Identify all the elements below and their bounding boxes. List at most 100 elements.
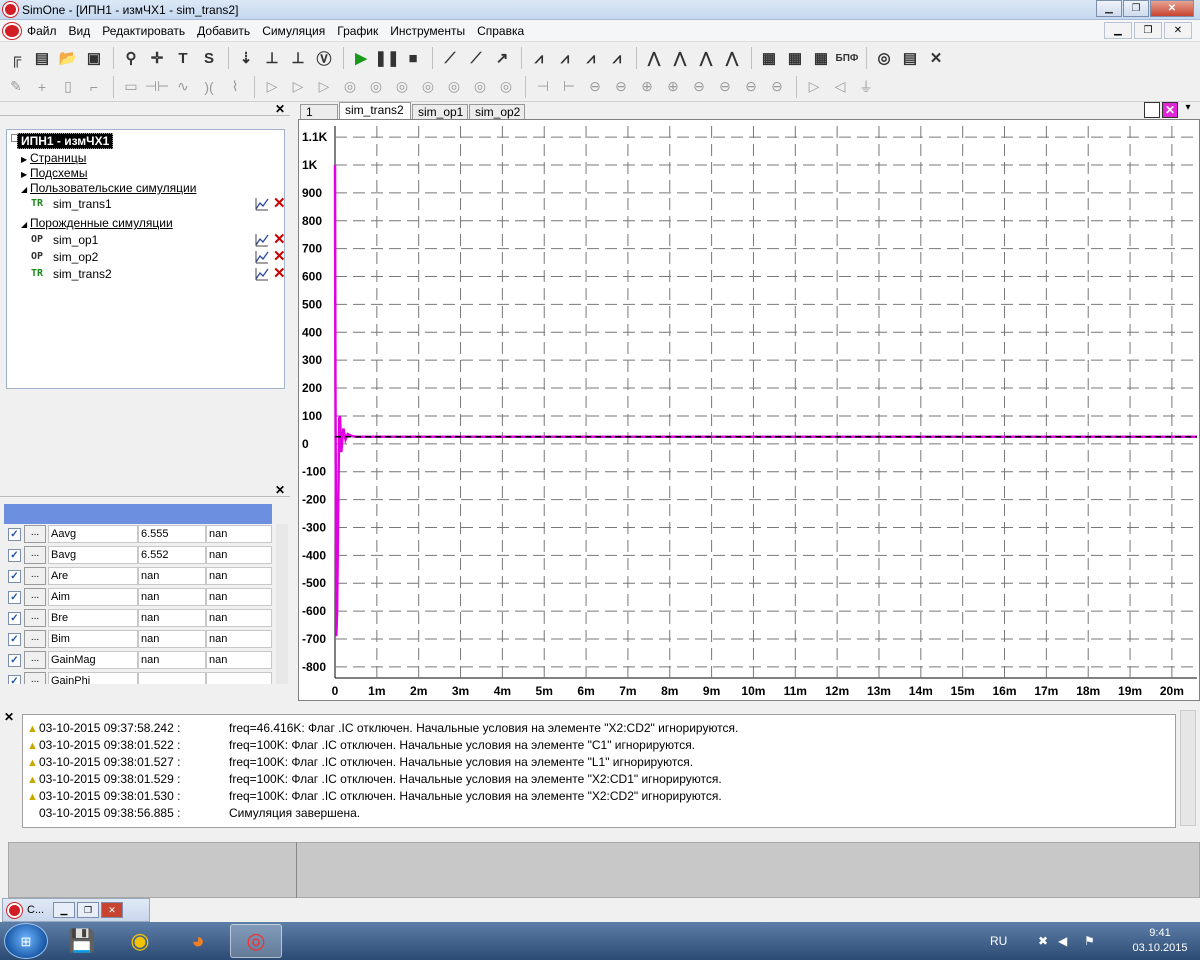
- switch-icon[interactable]: ⊣: [531, 75, 555, 99]
- mdi-icon[interactable]: [3, 22, 21, 39]
- source7-icon[interactable]: ⊖: [739, 75, 763, 99]
- glasses-icon[interactable]: ◎: [872, 46, 896, 70]
- wave4-icon[interactable]: ⩘: [605, 46, 629, 70]
- fft1-icon[interactable]: ⋀: [642, 46, 666, 70]
- pencil-icon[interactable]: ✎: [4, 75, 28, 99]
- app-icon[interactable]: [3, 2, 18, 17]
- ground2-icon[interactable]: ⊥: [286, 46, 310, 70]
- checkbox[interactable]: ✓: [8, 654, 21, 667]
- tools-icon[interactable]: ✕: [924, 46, 948, 70]
- expression-button[interactable]: ...: [24, 525, 46, 543]
- checkbox[interactable]: ✓: [8, 675, 21, 684]
- measurement-name[interactable]: Aavg: [48, 525, 138, 543]
- close-plot-button[interactable]: ✕: [1162, 102, 1178, 118]
- delete-icon[interactable]: ✕: [273, 231, 286, 248]
- plus-icon[interactable]: +: [30, 75, 54, 99]
- chevron-down-icon[interactable]: ▾: [1180, 102, 1196, 118]
- measurement-name[interactable]: Bim: [48, 630, 138, 648]
- text-icon[interactable]: T: [171, 46, 195, 70]
- checkbox[interactable]: ✓: [8, 528, 21, 541]
- fft2-icon[interactable]: ⋀: [668, 46, 692, 70]
- ground-icon[interactable]: ⊥: [260, 46, 284, 70]
- menu-item[interactable]: Симуляция: [256, 24, 331, 38]
- tree-node-pages[interactable]: ▶ Страницы: [21, 151, 86, 165]
- diode3-icon[interactable]: ▷: [312, 75, 336, 99]
- checkbox[interactable]: ✓: [8, 570, 21, 583]
- zoom-icon[interactable]: ⚲: [119, 46, 143, 70]
- sim-item[interactable]: TR sim_trans2 ✕: [21, 265, 286, 284]
- expression-button[interactable]: ...: [24, 546, 46, 564]
- checkbox[interactable]: ✓: [8, 549, 21, 562]
- fft3-icon[interactable]: ⋀: [694, 46, 718, 70]
- source3-icon[interactable]: ⊕: [635, 75, 659, 99]
- restore-button[interactable]: ▁: [53, 902, 75, 918]
- table-icon[interactable]: ▦: [783, 46, 807, 70]
- close-icon[interactable]: ✕: [4, 710, 14, 724]
- run-simulation-icon[interactable]: ▶: [349, 46, 373, 70]
- volume-icon[interactable]: ◀: [1058, 934, 1067, 948]
- menu-item[interactable]: Вид: [63, 24, 97, 38]
- network-icon[interactable]: ✖: [1038, 934, 1048, 948]
- wave3-icon[interactable]: ⩘: [579, 46, 603, 70]
- expression-button[interactable]: ...: [24, 588, 46, 606]
- measurement-name[interactable]: Aim: [48, 588, 138, 606]
- gnd-icon[interactable]: ⏚: [854, 75, 878, 99]
- tree-node-generated-sims[interactable]: ◢ Порожденные симуляции: [21, 216, 173, 230]
- maximize-button[interactable]: ❐: [77, 902, 99, 918]
- transient-plot[interactable]: 0 1m 2m 3m 4m 5m 6m 7m 8m 9m 10m 11m 12m 13m 14m 15m 16m…: [299, 120, 1199, 700]
- jfet-icon[interactable]: ◎: [416, 75, 440, 99]
- source5-icon[interactable]: ⊖: [687, 75, 711, 99]
- zener-icon[interactable]: ▷: [286, 75, 310, 99]
- close-button[interactable]: ✕: [1150, 0, 1194, 17]
- flag-icon[interactable]: ⚑: [1084, 934, 1095, 948]
- menu-item[interactable]: Редактировать: [96, 24, 191, 38]
- calculator-icon[interactable]: ▦: [757, 46, 781, 70]
- port-out-icon[interactable]: ◁: [828, 75, 852, 99]
- spice-icon[interactable]: ▤: [30, 46, 54, 70]
- language-indicator[interactable]: RU: [990, 934, 1007, 948]
- delete-icon[interactable]: ✕: [273, 195, 286, 212]
- source6-icon[interactable]: ⊖: [713, 75, 737, 99]
- measurement-name[interactable]: Are: [48, 567, 138, 585]
- expression-button[interactable]: ...: [24, 672, 46, 684]
- stop-icon[interactable]: ■: [401, 46, 425, 70]
- plot-graph-icon[interactable]: [255, 233, 269, 247]
- plot-area[interactable]: 0 1m 2m 3m 4m 5m 6m 7m 8m 9m 10m 11m 12m 13m 14m 15m 16m…: [298, 119, 1200, 701]
- checkbox[interactable]: ✓: [8, 633, 21, 646]
- grid-icon[interactable]: ▦: [809, 46, 833, 70]
- measurement-name[interactable]: Bavg: [48, 546, 138, 564]
- chrome-icon[interactable]: ◉: [114, 924, 166, 958]
- menu-item[interactable]: Справка: [471, 24, 530, 38]
- sim-item[interactable]: OP sim_op1 ✕: [21, 231, 286, 250]
- plot-graph-icon[interactable]: [255, 250, 269, 264]
- delete-icon[interactable]: ✕: [273, 248, 286, 265]
- diode4-icon[interactable]: ◎: [338, 75, 362, 99]
- measurement-name[interactable]: Bre: [48, 609, 138, 627]
- diode-icon[interactable]: ▷: [260, 75, 284, 99]
- save-disk-icon[interactable]: 💾: [56, 924, 108, 958]
- resistor-icon[interactable]: ▭: [119, 75, 143, 99]
- voltage-source-icon[interactable]: Ⓥ: [312, 46, 336, 70]
- step-icon[interactable]: ⌐: [82, 75, 106, 99]
- source4-icon[interactable]: ⊕: [661, 75, 685, 99]
- expression-button[interactable]: ...: [24, 609, 46, 627]
- bjt-npn-icon[interactable]: ◎: [364, 75, 388, 99]
- sim-item[interactable]: OP sim_op2 ✕: [21, 248, 286, 267]
- menu-item[interactable]: Добавить: [191, 24, 256, 38]
- restore-plot-button[interactable]: [1144, 102, 1160, 118]
- transformer-icon[interactable]: )(: [197, 75, 221, 99]
- plot-graph-icon[interactable]: [255, 197, 269, 211]
- menu-item[interactable]: Инструменты: [384, 24, 471, 38]
- report-icon[interactable]: ▤: [898, 46, 922, 70]
- plot-icon[interactable]: ⟋: [438, 46, 462, 70]
- source2-icon[interactable]: ⊖: [609, 75, 633, 99]
- coupled-icon[interactable]: ⌇: [223, 75, 247, 99]
- log-scrollbar[interactable]: [1180, 710, 1196, 826]
- mdi-close-button[interactable]: ✕: [1164, 22, 1192, 39]
- close-button[interactable]: ✕: [101, 902, 123, 918]
- open-folder-icon[interactable]: 📂: [56, 46, 80, 70]
- minimized-window[interactable]: C... ▁ ❐ ✕: [2, 898, 150, 922]
- menu-item[interactable]: График: [331, 24, 384, 38]
- new-schematic-icon[interactable]: ╔: [4, 46, 28, 70]
- capacitor-icon[interactable]: ⊣⊢: [145, 75, 169, 99]
